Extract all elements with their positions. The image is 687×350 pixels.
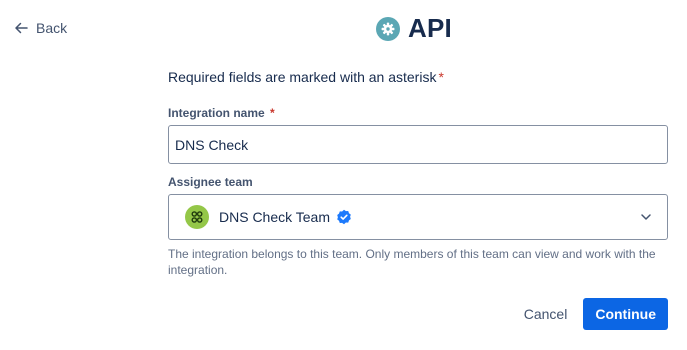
form-actions: Cancel Continue (512, 298, 668, 330)
gear-icon (376, 16, 400, 41)
integration-form: Required fields are marked with an aster… (168, 68, 668, 278)
required-fields-note: Required fields are marked with an aster… (168, 68, 668, 86)
required-asterisk: * (438, 69, 444, 85)
page: Back API Required fields are marked with… (0, 0, 687, 350)
page-header: API (376, 13, 452, 44)
verified-badge-icon (336, 209, 352, 225)
continue-button[interactable]: Continue (583, 298, 668, 330)
assignee-team-label: Assignee team (168, 175, 253, 189)
integration-name-label-text: Integration name (168, 106, 265, 120)
required-note-text: Required fields are marked with an aster… (168, 69, 437, 85)
assignee-team-helper-text: The integration belongs to this team. On… (168, 247, 656, 277)
integration-name-input[interactable] (168, 125, 668, 164)
cancel-button[interactable]: Cancel (512, 298, 580, 330)
team-avatar-icon (185, 205, 209, 229)
assignee-team-value: DNS Check Team (219, 209, 331, 225)
assignee-team-select[interactable]: DNS Check Team (168, 194, 668, 240)
chevron-down-icon[interactable] (639, 210, 653, 224)
back-label: Back (36, 20, 68, 36)
back-button[interactable]: Back (14, 17, 67, 39)
integration-name-label: Integration name * (168, 105, 668, 121)
required-asterisk: * (270, 106, 275, 120)
page-title: API (408, 13, 452, 43)
arrow-left-icon (14, 21, 28, 35)
